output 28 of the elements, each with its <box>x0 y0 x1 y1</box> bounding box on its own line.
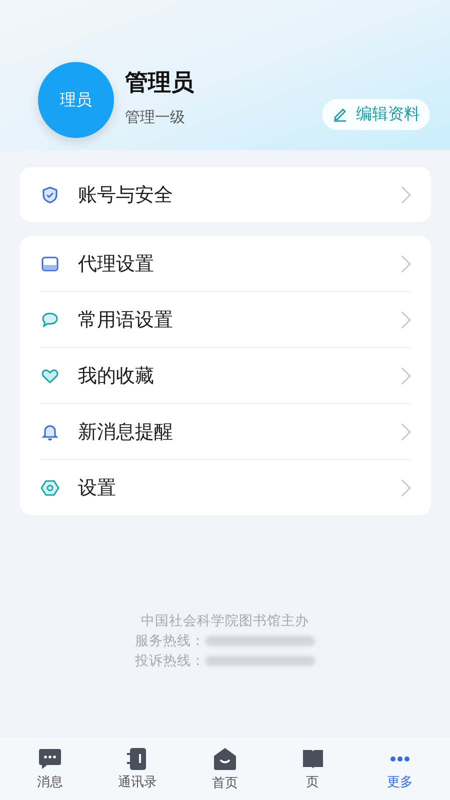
chevron-right-icon <box>401 186 411 204</box>
tab[interactable]: 更多 <box>365 738 436 800</box>
menu-item[interactable]: 新消息提醒 <box>40 404 411 460</box>
hotline-label: 投诉热线： <box>135 652 205 671</box>
user-name: 管理员 <box>125 69 195 98</box>
menu-item[interactable]: 常用语设置 <box>40 292 411 348</box>
book-icon[interactable] <box>300 748 325 770</box>
user-level: 管理一级 <box>125 108 186 127</box>
tab[interactable]: 页 <box>278 738 348 800</box>
chevron-right-icon <box>401 366 411 384</box>
panel-icon <box>41 254 59 272</box>
chevron-right-icon <box>401 422 411 440</box>
tab[interactable]: 消息 <box>14 738 85 800</box>
tab[interactable]: 通讯录 <box>102 738 172 800</box>
home-icon[interactable] <box>212 746 237 770</box>
chevron-right-icon <box>401 254 411 272</box>
chevron-right-icon <box>401 310 411 328</box>
hotline-label: 服务热线： <box>135 632 205 651</box>
tab[interactable]: 首页 <box>190 738 260 800</box>
pencil-icon <box>332 106 348 122</box>
sponsor-text: 中国社会科学院图书馆主办 <box>141 612 309 631</box>
settings-icon <box>40 478 60 496</box>
menu-item[interactable]: 我的收藏 <box>40 348 411 404</box>
chevron-right-icon <box>401 478 411 496</box>
menu-item[interactable]: 设置 <box>40 460 411 515</box>
menu-item[interactable]: 代理设置 <box>40 236 411 292</box>
shield-icon <box>41 186 59 204</box>
chat-icon[interactable] <box>38 748 62 770</box>
